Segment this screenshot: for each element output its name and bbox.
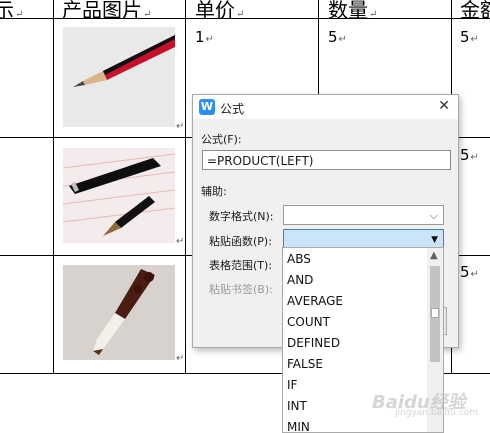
chevron-down-icon: ⌵ (429, 209, 438, 222)
assist-label: 辅助: (201, 185, 227, 198)
number-format-label: 数字格式(N): (209, 210, 274, 223)
chevron-down-icon: ▼ (431, 235, 438, 245)
dropdown-item-abs[interactable]: ABS (287, 249, 427, 270)
formula-input[interactable]: =PRODUCT(LEFT) (202, 150, 451, 170)
dropdown-item-min[interactable]: MIN (287, 417, 427, 432)
header-cell-amount: 金额↵ (460, 0, 490, 22)
table-line (185, 0, 186, 374)
close-button[interactable]: ✕ (438, 98, 450, 114)
watermark-sub: jingyan.baidu.com (395, 408, 479, 418)
product-image-brush (63, 265, 175, 360)
paragraph-mark: ↵ (176, 236, 185, 247)
header-cell-0: 示↵ (0, 0, 24, 22)
wps-writer-icon: W (199, 99, 215, 115)
dialog-title: 公式 (220, 102, 245, 116)
dropdown-item-defined[interactable]: DEFINED (287, 333, 427, 354)
amount-cell: 5↵ (460, 263, 479, 281)
scrollbar-marker (431, 308, 439, 318)
number-format-select[interactable]: ⌵ (283, 205, 444, 225)
close-icon: ✕ (438, 98, 450, 114)
amount-cell: 5↵ (460, 146, 479, 164)
table-line (53, 0, 54, 374)
paste-bookmark-label: 粘贴书签(B): (209, 283, 273, 296)
header-cell-product-image: 产品图片↵ (62, 0, 152, 22)
table-range-label: 表格范围(T): (209, 259, 273, 272)
dialog-titlebar[interactable]: W 公式 ✕ (193, 95, 458, 119)
paste-function-label: 粘贴函数(P): (209, 235, 272, 248)
product-image-fountain-pen (63, 148, 175, 243)
amount-cell: 5↵ (460, 28, 479, 46)
paste-function-select[interactable]: ▼ (283, 229, 444, 249)
formula-label: 公式(F): (201, 133, 242, 146)
scroll-up-icon[interactable]: ▲ (430, 250, 438, 261)
header-cell-price: 单价↵ (195, 0, 245, 22)
dropdown-item-and[interactable]: AND (287, 270, 427, 291)
product-image-pencil (63, 27, 175, 127)
quantity-cell: 5↵ (328, 28, 347, 46)
dropdown-item-false[interactable]: FALSE (287, 354, 427, 375)
dropdown-item-average[interactable]: AVERAGE (287, 291, 427, 312)
paragraph-mark: ↵ (176, 121, 185, 132)
dropdown-item-count[interactable]: COUNT (287, 312, 427, 333)
price-cell: 1↵ (195, 28, 214, 46)
header-cell-quantity: 数量↵ (328, 0, 378, 22)
paragraph-mark: ↵ (176, 353, 185, 364)
